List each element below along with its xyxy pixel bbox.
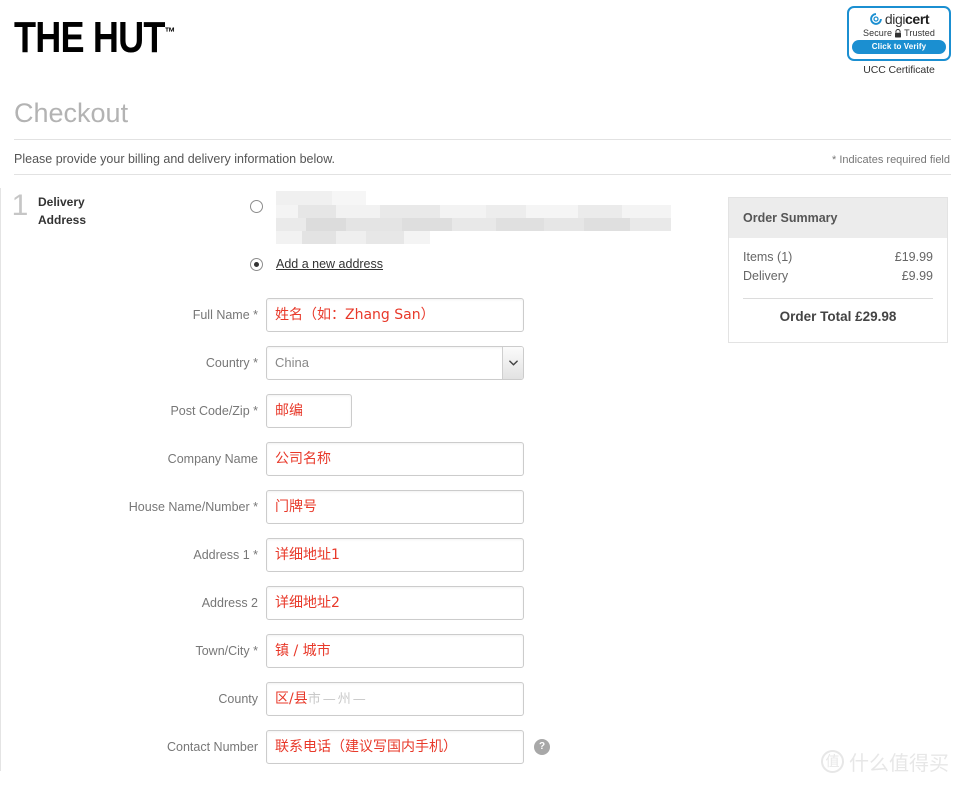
saved-address-option[interactable] xyxy=(250,191,718,247)
control-full-name: 姓名（如：Zhang San） xyxy=(266,298,524,332)
order-total: Order Total £29.98 xyxy=(779,309,897,324)
digicert-trust-seal[interactable]: digicert Secure Trusted Click to Verify … xyxy=(847,6,951,76)
input-post-code[interactable]: 邮编 xyxy=(266,394,352,428)
digicert-badge-box[interactable]: digicert Secure Trusted Click to Verify xyxy=(847,6,951,61)
delivery-address-section: 1 Delivery Address Add a new address Ful… xyxy=(0,188,718,771)
label-full-name: Full Name * xyxy=(192,308,258,322)
site-logo[interactable]: THE HUT™ xyxy=(14,16,175,60)
summary-delivery-amount: £9.99 xyxy=(901,269,933,283)
input-full-name[interactable]: 姓名（如：Zhang San） xyxy=(266,298,524,332)
summary-divider xyxy=(743,298,933,299)
new-address-option[interactable]: Add a new address xyxy=(250,257,718,277)
label-post-code: Post Code/Zip * xyxy=(170,404,258,418)
control-address-1: 详细地址1 xyxy=(266,538,524,572)
required-field-note: * Indicates required field xyxy=(831,154,950,166)
field-row-address-1: Address 1 * 详细地址1 xyxy=(1,531,718,579)
radio-new-address[interactable] xyxy=(250,258,263,271)
label-town-city: Town/City * xyxy=(195,644,258,658)
digicert-secure-trusted-line: Secure Trusted xyxy=(852,28,946,38)
field-row-full-name: Full Name * 姓名（如：Zhang San） xyxy=(1,291,718,339)
control-contact-number: 联系电话（建议写国内手机） ? xyxy=(266,730,550,764)
order-summary-heading: Order Summary xyxy=(729,198,947,238)
summary-line-items: Items (1) £19.99 xyxy=(743,248,933,267)
input-town-city[interactable]: 镇 / 城市 xyxy=(266,634,524,668)
input-county-value: 区/县 xyxy=(275,691,308,707)
control-county: 区/县市—州— xyxy=(266,682,524,716)
input-county-ghost-text: 市—州— xyxy=(307,692,368,707)
input-county[interactable]: 区/县市—州— xyxy=(266,682,524,716)
page-title: Checkout xyxy=(14,98,129,128)
control-house-name-number: 门牌号 xyxy=(266,490,524,524)
step-title-line1: Delivery xyxy=(38,195,85,209)
select-country-value: China xyxy=(275,355,309,370)
digicert-swirl-icon xyxy=(870,13,882,25)
field-row-country: Country * China xyxy=(1,339,718,387)
lock-icon xyxy=(895,28,902,38)
input-address-2[interactable]: 详细地址2 xyxy=(266,586,524,620)
control-post-code: 邮编 xyxy=(266,394,352,428)
input-company-name[interactable]: 公司名称 xyxy=(266,442,524,476)
field-row-company-name: Company Name 公司名称 xyxy=(1,435,718,483)
field-row-contact-number: Contact Number 联系电话（建议写国内手机） ? xyxy=(1,723,718,771)
logo-text: THE HUT xyxy=(14,13,165,62)
trusted-text: Trusted xyxy=(904,28,935,38)
summary-line-delivery: Delivery £9.99 xyxy=(743,267,933,286)
click-to-verify-button[interactable]: Click to Verify xyxy=(852,40,946,54)
control-address-2: 详细地址2 xyxy=(266,586,524,620)
label-address-1: Address 1 * xyxy=(193,548,258,562)
ucc-certificate-label: UCC Certificate xyxy=(863,64,935,76)
input-contact-number[interactable]: 联系电话（建议写国内手机） xyxy=(266,730,524,764)
summary-items-amount: £19.99 xyxy=(894,250,933,264)
site-watermark: 值 什么值得买 xyxy=(821,747,949,776)
input-house-name-number[interactable]: 门牌号 xyxy=(266,490,524,524)
control-town-city: 镇 / 城市 xyxy=(266,634,524,668)
label-contact-number: Contact Number xyxy=(166,740,258,754)
checkout-main: 1 Delivery Address Add a new address Ful… xyxy=(0,175,965,771)
order-summary-body: Items (1) £19.99 Delivery £9.99 Order To… xyxy=(729,238,947,342)
label-county: County xyxy=(218,692,258,706)
field-row-address-2: Address 2 详细地址2 xyxy=(1,579,718,627)
add-new-address-link[interactable]: Add a new address xyxy=(276,257,383,271)
order-summary-panel: Order Summary Items (1) £19.99 Delivery … xyxy=(728,197,948,343)
summary-items-label: Items (1) xyxy=(743,250,793,264)
intro-text: Please provide your billing and delivery… xyxy=(14,152,336,166)
secure-text: Secure xyxy=(862,28,893,38)
help-icon[interactable]: ? xyxy=(534,739,550,755)
chevron-down-icon xyxy=(508,360,518,366)
watermark-mark: 值 xyxy=(821,750,844,773)
field-row-post-code: Post Code/Zip * 邮编 xyxy=(1,387,718,435)
select-country[interactable]: China xyxy=(266,346,524,380)
step-number: 1 xyxy=(11,189,29,222)
label-company-name: Company Name xyxy=(167,452,258,466)
field-row-house-name-number: House Name/Number * 门牌号 xyxy=(1,483,718,531)
step-1-header: 1 Delivery Address xyxy=(2,189,262,229)
step-title: Delivery Address xyxy=(38,193,86,229)
summary-delivery-label: Delivery xyxy=(743,269,789,283)
control-company-name: 公司名称 xyxy=(266,442,524,476)
digicert-wordmark: digicert xyxy=(884,11,930,27)
label-address-2: Address 2 xyxy=(201,596,258,610)
radio-saved-address[interactable] xyxy=(250,200,263,213)
step-title-line2: Address xyxy=(38,213,87,227)
control-country: China xyxy=(266,346,524,380)
digicert-logo-row: digicert xyxy=(852,12,946,26)
intro-row: Please provide your billing and delivery… xyxy=(0,140,965,166)
order-summary-column: Order Summary Items (1) £19.99 Delivery … xyxy=(718,188,965,771)
field-row-county: County 区/县市—州— xyxy=(1,675,718,723)
input-address-1[interactable]: 详细地址1 xyxy=(266,538,524,572)
redacted-address-text xyxy=(276,191,671,247)
label-house-name-number: House Name/Number * xyxy=(128,500,258,514)
field-row-town-city: Town/City * 镇 / 城市 xyxy=(1,627,718,675)
label-country: Country * xyxy=(205,356,258,370)
select-country-arrow[interactable] xyxy=(502,347,523,379)
trademark-symbol: ™ xyxy=(164,24,176,40)
page-header: THE HUT™ digicert Secure Trusted Click t… xyxy=(0,0,965,95)
watermark-text: 什么值得买 xyxy=(849,751,949,775)
new-address-form: Full Name * 姓名（如：Zhang San） Country * Ch… xyxy=(1,277,718,771)
